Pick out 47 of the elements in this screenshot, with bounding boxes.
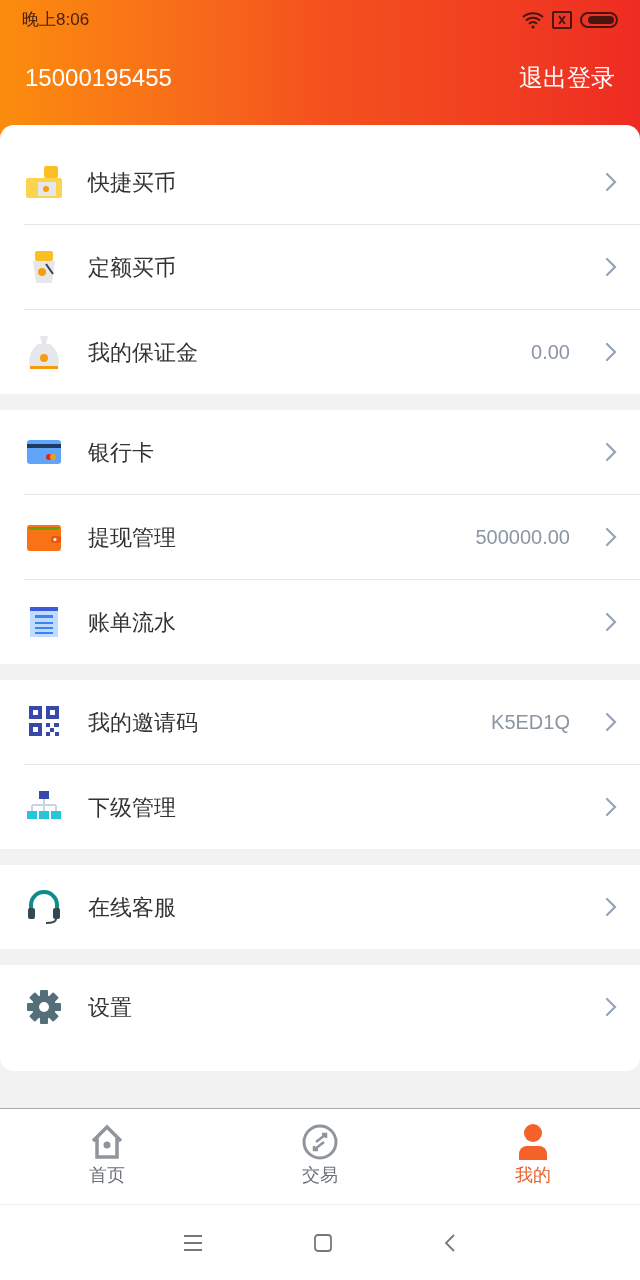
- menu-row[interactable]: 账单流水: [24, 580, 640, 664]
- menu-value: 500000.00: [475, 525, 570, 550]
- menu-label: 银行卡: [88, 438, 155, 467]
- chevron-right-icon: [604, 441, 618, 463]
- chevron-right-icon: [604, 341, 618, 363]
- menu-label: 下级管理: [88, 793, 177, 822]
- menu-value: 0.00: [531, 340, 570, 365]
- menu-label: 快捷买币: [88, 168, 177, 197]
- wifi-icon: [522, 11, 544, 29]
- chevron-right-icon: [604, 171, 618, 193]
- exchange-icon: [301, 1124, 339, 1160]
- menu-row[interactable]: 快捷买币: [24, 140, 640, 224]
- menu-row[interactable]: 在线客服: [24, 865, 640, 949]
- logout-button[interactable]: 退出登录: [519, 60, 615, 96]
- settings-icon: [24, 989, 64, 1025]
- chevron-right-icon: [604, 526, 618, 548]
- menu-row[interactable]: 定额买币: [24, 225, 640, 309]
- tab-bar-item[interactable]: 首页: [0, 1109, 214, 1204]
- menu-row[interactable]: 下级管理: [24, 765, 640, 849]
- home-square-icon[interactable]: [313, 1232, 333, 1253]
- status-time: 晚上8:06: [22, 9, 90, 32]
- menu-row[interactable]: 银行卡: [24, 410, 640, 494]
- menu-row[interactable]: 提现管理 500000.00: [24, 495, 640, 579]
- account-number: 15000195455: [25, 63, 172, 93]
- chevron-right-icon: [604, 711, 618, 733]
- chevron-right-icon: [604, 896, 618, 918]
- chevron-right-icon: [604, 996, 618, 1018]
- menu-row[interactable]: 我的邀请码 K5ED1Q: [24, 680, 640, 764]
- menu-label: 账单流水: [88, 608, 177, 637]
- menu-icon[interactable]: [183, 1233, 203, 1252]
- battery-icon: [580, 12, 618, 28]
- menu-label: 我的保证金: [88, 338, 199, 367]
- back-icon[interactable]: [443, 1232, 457, 1253]
- menu-row[interactable]: 我的保证金 0.00: [24, 310, 640, 394]
- menu-row[interactable]: 设置: [24, 965, 640, 1049]
- chevron-right-icon: [604, 611, 618, 633]
- menu-label: 在线客服: [88, 893, 177, 922]
- menu-label: 我的邀请码: [88, 708, 199, 737]
- chevron-right-icon: [604, 796, 618, 818]
- chevron-right-icon: [604, 256, 618, 278]
- no-sim-icon: [552, 11, 572, 29]
- tab-bar-item[interactable]: 我的: [426, 1109, 640, 1204]
- menu-value: K5ED1Q: [491, 710, 570, 735]
- menu-label: 定额买币: [88, 253, 177, 282]
- tab-bar-item[interactable]: 交易: [213, 1109, 427, 1204]
- menu-label: 提现管理: [88, 523, 177, 552]
- menu-label: 设置: [88, 993, 133, 1022]
